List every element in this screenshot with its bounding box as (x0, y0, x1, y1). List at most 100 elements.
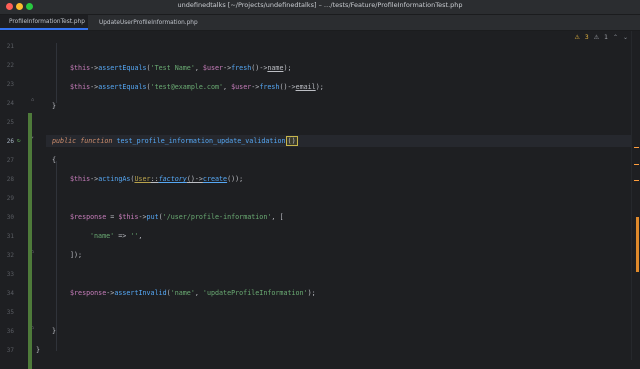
line-number: 35 (6, 309, 14, 316)
token: put (146, 213, 159, 221)
tab-label: UpdateUserProfileInformation.php (99, 19, 198, 26)
token: , (194, 289, 203, 297)
token: assertEquals (98, 83, 147, 91)
code-line-32: ]); (70, 251, 83, 259)
token: function (80, 137, 117, 145)
token: $this (70, 83, 91, 91)
token: $this (70, 175, 91, 183)
code-line-26: public function test_profile_information… (52, 135, 298, 147)
line-number-gutter[interactable]: 21 22 23 24 25 26 27 28 29 30 31 32 33 3… (0, 31, 46, 360)
token: 'Test Name' (150, 64, 195, 72)
chevron-down-icon[interactable]: ⌄ (623, 34, 628, 41)
text-caret-bracket-highlight: () (285, 136, 298, 146)
line-number: 33 (6, 271, 14, 278)
token: -> (90, 175, 99, 183)
code-line-36: } (52, 327, 57, 335)
token: $response (70, 213, 107, 221)
token: '/user/profile-information' (162, 213, 272, 221)
token: User (134, 175, 151, 183)
code-line-37: } (36, 346, 41, 354)
title-bar: undefinedtalks [~/Projects/undefinedtalk… (0, 0, 640, 15)
token: ()-> (279, 83, 296, 91)
token: fresh (231, 64, 252, 72)
warning-stripe-mark[interactable] (634, 147, 639, 148)
token: -> (90, 83, 99, 91)
code-line-27: { (52, 156, 57, 164)
token: ()-> (251, 64, 268, 72)
token: fresh (259, 83, 280, 91)
tab-profile-information-test[interactable]: ProfileInformationTest.php (0, 15, 88, 30)
weak-warning-count: 1 (604, 34, 608, 41)
token: public (52, 137, 81, 145)
line-number: 29 (6, 195, 14, 202)
token: = (106, 213, 119, 221)
tab-label: ProfileInformationTest.php (9, 18, 85, 25)
token: ); (307, 289, 316, 297)
code-line-31: 'name' => '', (90, 230, 142, 242)
line-number: 26 (6, 138, 14, 145)
token: ()-> (186, 175, 203, 183)
line-number: 23 (6, 81, 14, 88)
code-editor[interactable]: 21 22 23 24 25 26 27 28 29 30 31 32 33 3… (0, 31, 640, 369)
token: 'updateProfileInformation' (202, 289, 308, 297)
line-number: 24 (6, 100, 14, 107)
token: $user (231, 83, 252, 91)
token: 'name' (90, 232, 115, 240)
weak-warning-icon: ⚠ (593, 34, 600, 41)
token: , (194, 64, 203, 72)
line-number: 22 (6, 62, 14, 69)
token: name (267, 64, 284, 72)
token: $user (202, 64, 224, 72)
token: 'test@example.com' (150, 83, 224, 91)
code-line-22: $this->assertEquals('Test Name', $user->… (70, 62, 292, 74)
line-number: 32 (6, 252, 14, 259)
warning-icon: ⚠ (574, 34, 580, 41)
token: :: (150, 175, 159, 183)
token: ); (283, 64, 292, 72)
token: -> (138, 213, 147, 221)
chevron-up-icon[interactable]: ⌃ (613, 34, 618, 41)
line-number: 34 (6, 290, 14, 297)
token: $response (70, 289, 107, 297)
token: $this (70, 64, 91, 72)
run-test-icon[interactable]: ↻ (17, 137, 21, 144)
line-number: 31 (6, 233, 14, 240)
line-number: 37 (6, 347, 14, 354)
warning-count: 3 (584, 34, 589, 41)
token: => (114, 232, 131, 240)
token: $this (118, 213, 139, 221)
token: email (295, 83, 316, 91)
token: ); (315, 83, 324, 91)
line-number: 36 (6, 328, 14, 335)
inspection-widget[interactable]: ⚠ 3 ⚠ 1 ⌃ ⌄ (575, 34, 629, 41)
vcs-change-marker[interactable] (28, 113, 32, 369)
scrollbar-thumb[interactable] (636, 217, 639, 272)
editor-tab-bar: ProfileInformationTest.php UpdateUserPro… (0, 15, 640, 31)
token: assertEquals (98, 64, 147, 72)
code-line-30: $response = $this->put('/user/profile-in… (70, 211, 283, 223)
token: ()); (227, 175, 244, 183)
tab-update-user-profile-information[interactable]: UpdateUserProfileInformation.php (90, 15, 200, 30)
code-line-24: } (52, 102, 57, 110)
token: test_profile_information_update_validati… (116, 137, 286, 145)
line-number: 27 (6, 157, 14, 164)
line-number: 21 (6, 43, 14, 50)
warning-stripe-mark[interactable] (634, 180, 639, 181)
code-line-34: $response->assertInvalid('name', 'update… (70, 287, 316, 299)
warning-stripe-mark[interactable] (634, 164, 639, 165)
fold-end-icon[interactable]: ⌂ (31, 97, 34, 103)
window-title: undefinedtalks [~/Projects/undefinedtalk… (177, 1, 463, 9)
code-line-28: $this->actingAs(User::factory()->create(… (70, 173, 243, 185)
line-number: 28 (6, 176, 14, 183)
token: , [ (271, 213, 284, 221)
token: -> (223, 64, 232, 72)
token: assertInvalid (114, 289, 167, 297)
token: , (223, 83, 232, 91)
indent-guide (56, 43, 57, 103)
token: create (202, 175, 228, 183)
token: 'name' (170, 289, 195, 297)
indent-guide (56, 161, 57, 351)
error-stripe[interactable] (631, 31, 640, 360)
code-area[interactable]: $this->assertEquals('Test Name', $user->… (36, 31, 626, 360)
token: factory (158, 175, 187, 183)
